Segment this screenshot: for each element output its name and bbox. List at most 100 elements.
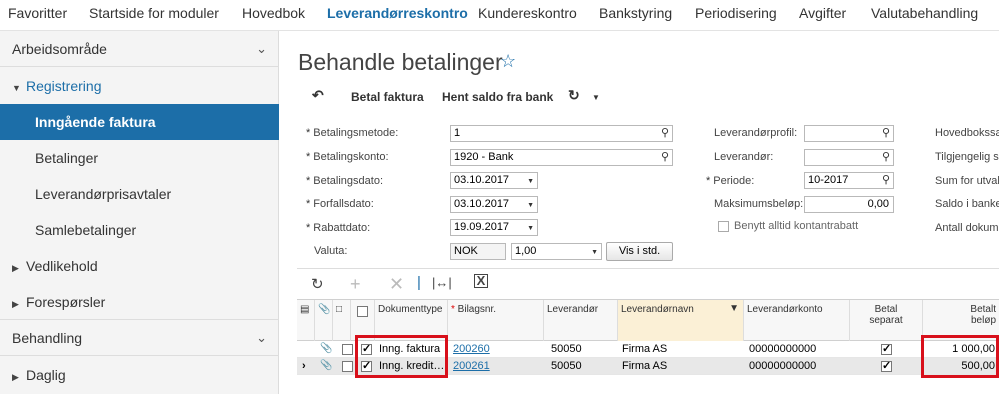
betalingsmetode-field[interactable]: 1 ⚲ xyxy=(450,125,673,142)
top-navigation: Favoritter Startside for moduler Hovedbo… xyxy=(0,0,999,31)
betalingsdato-field[interactable]: 03.10.2017 ▼ xyxy=(450,172,538,189)
excel-export-icon[interactable]: X xyxy=(474,274,488,288)
nav-favoritter[interactable]: Favoritter xyxy=(8,5,67,21)
vis-i-std-button[interactable]: Vis i std. xyxy=(606,242,673,261)
caret-right-icon: ▶ xyxy=(12,299,19,309)
nav-leverandorreskontro[interactable]: Leverandørreskontro xyxy=(327,5,468,21)
sidebar-group-foresporsler[interactable]: ▶ Forespørsler xyxy=(0,284,279,320)
caret-down-icon: ▼ xyxy=(12,83,21,93)
betalingskonto-field[interactable]: 1920 - Bank ⚲ xyxy=(450,149,673,166)
attachment-icon: 📎 xyxy=(315,300,333,341)
caret-right-icon: ▶ xyxy=(12,263,19,273)
add-icon[interactable]: + xyxy=(350,274,361,295)
sidebar-section-behandling[interactable]: Behandling ⌄ xyxy=(0,320,279,356)
search-icon: ⚲ xyxy=(881,151,890,163)
leverandor-cell: 50050 xyxy=(551,343,582,355)
betal-separat-checkbox[interactable] xyxy=(881,359,892,372)
page-title: Behandle betalinger xyxy=(298,49,503,75)
sidebar-item-label: Samlebetalinger xyxy=(35,222,137,238)
sidebar-section-label: Arbeidsområde xyxy=(12,41,107,57)
leverandor-field[interactable]: ⚲ xyxy=(804,149,894,166)
column-leverandornavn[interactable]: Leverandørnavn ▼ xyxy=(618,300,744,341)
benytt-label: Benytt alltid kontantrabatt xyxy=(734,220,859,232)
forfallsdato-label: * Forfallsdato: xyxy=(306,198,374,210)
filter-icon[interactable]: ▼ xyxy=(729,303,739,314)
kurs-field[interactable]: 1,00 ▼ xyxy=(511,243,602,260)
benytt-checkbox[interactable] xyxy=(718,221,729,232)
sidebar-item-betalinger[interactable]: Betalinger xyxy=(0,140,279,176)
sidebar-item-leverandorprisavtaler[interactable]: Leverandørprisavtaler xyxy=(0,176,279,212)
nav-avgifter[interactable]: Avgifter xyxy=(799,5,846,21)
column-bilagsnr[interactable]: * Bilagsnr. xyxy=(448,300,544,341)
attachment-icon[interactable]: 📎 xyxy=(317,341,333,358)
column-leverandorkonto[interactable]: Leverandørkonto xyxy=(744,300,850,341)
sidebar-group-registrering[interactable]: ▼ Registrering xyxy=(0,68,279,104)
betalingskonto-label: * Betalingskonto: xyxy=(306,151,389,163)
leverandorprofil-field[interactable]: ⚲ xyxy=(804,125,894,142)
refresh-icon[interactable]: ↻ xyxy=(568,87,580,104)
attachment-icon[interactable]: 📎 xyxy=(317,358,333,375)
undo-icon[interactable]: ↶ xyxy=(312,87,324,104)
column-betal-separat[interactable]: Betal separat xyxy=(850,300,923,341)
tilgjengelig-saldo-label: Tilgjengelig sa xyxy=(935,151,999,163)
leverandorkonto-cell: 00000000000 xyxy=(749,343,817,355)
rabattdato-label: * Rabattdato: xyxy=(306,222,371,234)
sidebar-group-daglig[interactable]: ▶ Daglig xyxy=(0,357,279,393)
leverandornavn-cell: Firma AS xyxy=(622,343,668,355)
sidebar-group-vedlikehold[interactable]: ▶ Vedlikehold xyxy=(0,248,279,284)
betalingsdato-label: * Betalingsdato: xyxy=(306,175,383,187)
nav-valutabehandling[interactable]: Valutabehandling xyxy=(871,5,978,21)
note-icon: □ xyxy=(333,300,351,341)
chevron-down-icon: ⌄ xyxy=(256,330,267,345)
leverandor-label: Leverandør: xyxy=(714,151,774,163)
note-checkbox[interactable] xyxy=(342,361,353,372)
nav-startside[interactable]: Startside for moduler xyxy=(89,5,219,21)
bilagsnr-link[interactable]: 200260 xyxy=(450,341,542,358)
column-leverandor[interactable]: Leverandør xyxy=(544,300,618,341)
search-icon: ⚲ xyxy=(881,127,890,139)
betal-separat-checkbox[interactable] xyxy=(881,342,892,355)
select-all-checkbox[interactable] xyxy=(357,306,368,317)
antall-dokumenter-label: Antall dokum xyxy=(935,222,999,234)
valuta-label: Valuta: xyxy=(314,245,348,257)
sidebar-group-label: Daglig xyxy=(26,367,66,383)
rabattdato-field[interactable]: 19.09.2017 ▼ xyxy=(450,219,538,236)
note-checkbox[interactable] xyxy=(342,344,353,355)
sidebar-section-label: Behandling xyxy=(12,330,83,346)
sidebar-item-label: Leverandørprisavtaler xyxy=(35,186,172,202)
sidebar-section-arbeidsomrade[interactable]: Arbeidsområde ⌄ xyxy=(0,31,279,67)
refresh-icon[interactable]: ↻ xyxy=(311,275,324,293)
divider xyxy=(297,268,999,269)
leverandorprofil-label: Leverandørprofil: xyxy=(714,127,798,139)
search-icon: ⚲ xyxy=(660,151,669,163)
maksimumsbelop-label: Maksimumsbeløp: xyxy=(714,198,804,210)
sidebar-group-label: Registrering xyxy=(26,78,102,94)
betalingsmetode-label: * Betalingsmetode: xyxy=(306,127,399,139)
caret-down-icon: ▼ xyxy=(527,178,534,185)
caret-down-icon[interactable]: ▼ xyxy=(592,93,600,102)
caret-right-icon: ▶ xyxy=(12,372,19,382)
sidebar-item-label: Inngående faktura xyxy=(35,114,156,130)
sidebar-item-inngaende-faktura[interactable]: Inngående faktura xyxy=(0,104,279,140)
periode-label: * Periode: xyxy=(706,175,755,187)
delete-icon[interactable]: ✕ xyxy=(389,274,404,295)
sidebar-item-label: Betalinger xyxy=(35,150,99,166)
current-row-indicator-icon: › xyxy=(302,360,306,372)
sidebar-item-samlebetalinger[interactable]: Samlebetalinger xyxy=(0,212,279,248)
fit-columns-icon[interactable]: |↔| xyxy=(432,275,452,290)
maksimumsbelop-field[interactable]: 0,00 xyxy=(804,196,894,213)
forfallsdato-field[interactable]: 03.10.2017 ▼ xyxy=(450,196,538,213)
nav-periodisering[interactable]: Periodisering xyxy=(695,5,777,21)
hovedbokssaldo-label: Hovedbokssa xyxy=(935,127,999,139)
hent-saldo-button[interactable]: Hent saldo fra bank xyxy=(442,90,553,104)
bilagsnr-link[interactable]: 200261 xyxy=(450,358,542,375)
nav-hovedbok[interactable]: Hovedbok xyxy=(242,5,305,21)
betal-faktura-button[interactable]: Betal faktura xyxy=(351,90,424,104)
sidebar-group-label: Forespørsler xyxy=(26,294,106,310)
periode-field[interactable]: 10-2017 ⚲ xyxy=(804,172,894,189)
nav-bankstyring[interactable]: Bankstyring xyxy=(599,5,672,21)
leverandorkonto-cell: 00000000000 xyxy=(749,360,817,372)
saldo-i-bank-label: Saldo i banke xyxy=(935,198,999,210)
favorite-star-icon[interactable]: ☆ xyxy=(500,51,516,72)
nav-kundereskontro[interactable]: Kundereskontro xyxy=(478,5,577,21)
